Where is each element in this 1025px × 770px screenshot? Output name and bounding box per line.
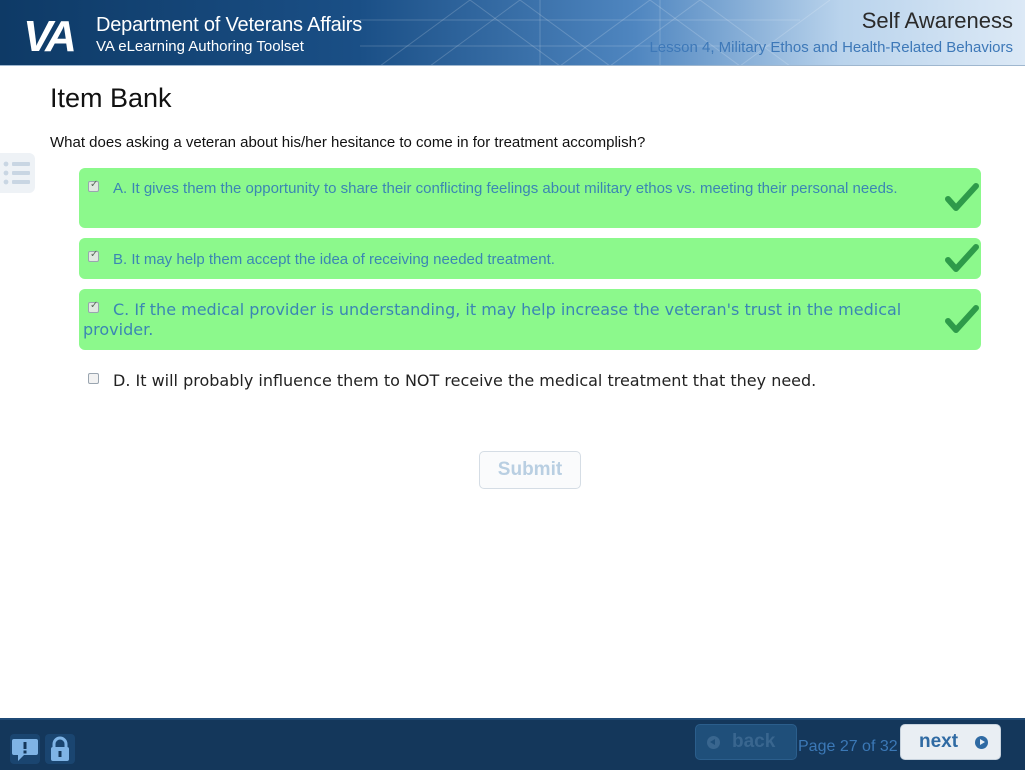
footer-nav-bar: back Page 27 of 32 next bbox=[0, 718, 1025, 770]
checkmark-small-icon: ✓ bbox=[90, 179, 99, 190]
list-menu-icon bbox=[3, 161, 30, 185]
org-title: Department of Veterans Affairs bbox=[96, 14, 363, 36]
answer-choice-a[interactable]: ✓ A. It gives them the opportunity to sh… bbox=[79, 168, 981, 228]
help-icon bbox=[12, 739, 38, 761]
menu-toggle-button[interactable] bbox=[0, 153, 35, 193]
next-arrow-icon bbox=[975, 736, 988, 749]
lock-button[interactable] bbox=[45, 734, 75, 764]
back-button[interactable]: back bbox=[695, 724, 797, 760]
checkmark-small-icon: ✓ bbox=[90, 249, 99, 260]
app-header: VA Department of Veterans Affairs VA eLe… bbox=[0, 0, 1025, 66]
checkbox-c[interactable]: ✓ bbox=[88, 300, 99, 313]
next-label: next bbox=[919, 731, 959, 752]
correct-check-icon bbox=[945, 183, 979, 211]
back-label: back bbox=[732, 731, 776, 752]
va-logo: VA bbox=[23, 12, 78, 59]
back-arrow-icon bbox=[707, 736, 720, 749]
correct-check-icon bbox=[945, 305, 979, 333]
course-title: Self Awareness bbox=[861, 8, 1013, 33]
answer-choice-c[interactable]: ✓ C. If the medical provider is understa… bbox=[79, 289, 981, 350]
choice-a-text: A. It gives them the opportunity to shar… bbox=[113, 180, 898, 197]
answer-choice-d[interactable]: D. It will probably influence them to NO… bbox=[79, 360, 981, 401]
lock-icon bbox=[51, 736, 69, 761]
choice-b-text: B. It may help them accept the idea of r… bbox=[113, 251, 555, 268]
correct-check-icon bbox=[945, 244, 979, 272]
answer-choice-b[interactable]: ✓ B. It may help them accept the idea of… bbox=[79, 238, 981, 279]
checkbox-a[interactable]: ✓ bbox=[88, 179, 99, 192]
page-title: Item Bank bbox=[50, 83, 172, 113]
org-subtitle: VA eLearning Authoring Toolset bbox=[96, 38, 304, 55]
help-button[interactable] bbox=[10, 734, 40, 764]
checkmark-small-icon: ✓ bbox=[90, 300, 99, 311]
checkbox-b[interactable]: ✓ bbox=[88, 249, 99, 262]
submit-button[interactable]: Submit bbox=[479, 451, 581, 489]
lesson-title: Lesson 4, Military Ethos and Health-Rela… bbox=[649, 39, 1013, 56]
svg-text:VA: VA bbox=[23, 12, 74, 59]
page-counter: Page 27 of 32 bbox=[798, 738, 898, 755]
checkbox-d[interactable] bbox=[88, 373, 99, 384]
next-button[interactable]: next bbox=[900, 724, 1001, 760]
question-text: What does asking a veteran about his/her… bbox=[50, 134, 646, 151]
choice-d-text: D. It will probably influence them to NO… bbox=[113, 371, 817, 390]
choice-c-text: C. If the medical provider is understand… bbox=[83, 300, 902, 339]
